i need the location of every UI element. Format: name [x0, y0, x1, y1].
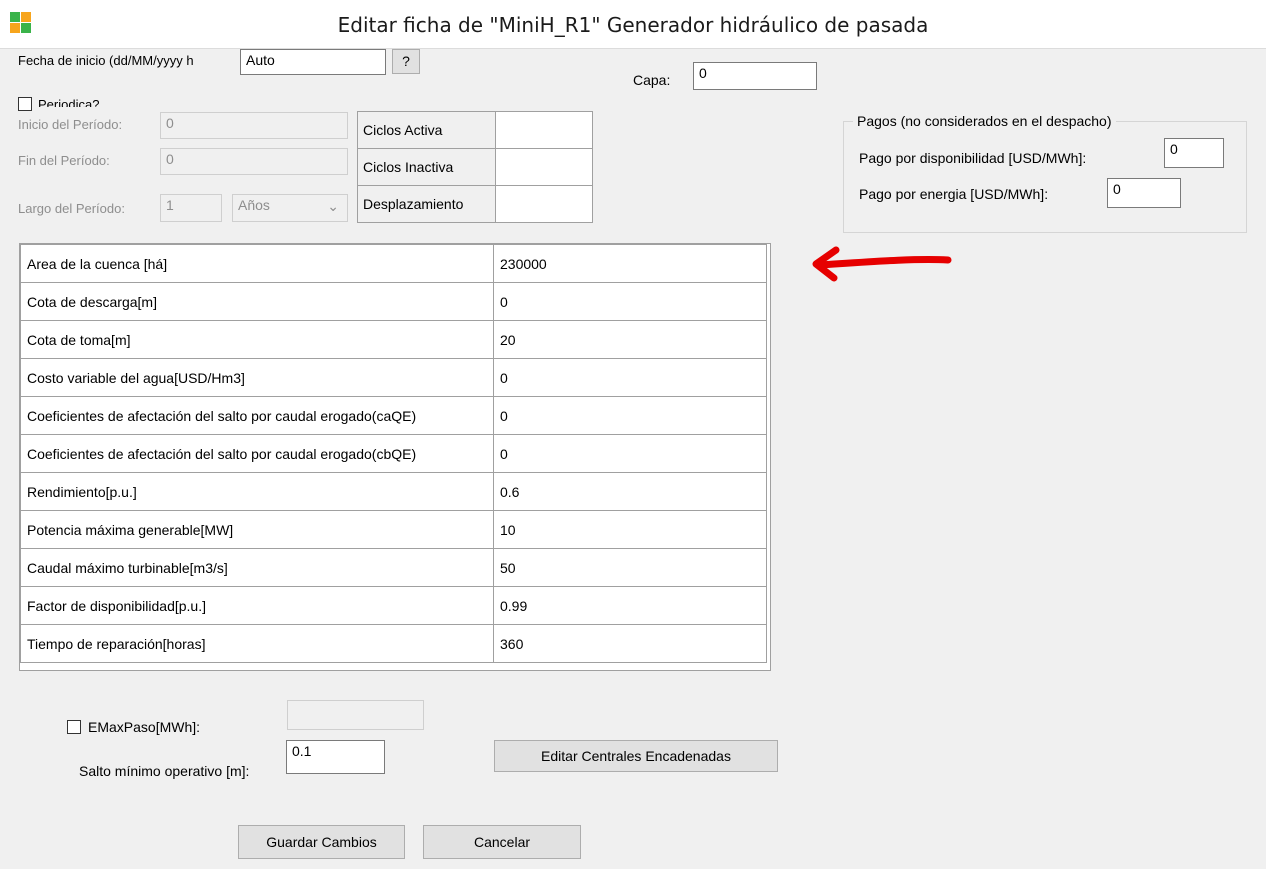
cycles-table: Ciclos Activa Ciclos Inactiva Desplazami…	[357, 111, 593, 223]
cycles-inactive-value[interactable]	[495, 148, 593, 186]
parameter-value[interactable]: 0	[493, 434, 767, 473]
parameter-value[interactable]: 10	[493, 510, 767, 549]
parameter-row: Rendimiento[p.u.] 0.6	[20, 472, 767, 511]
period-length-input[interactable]: 1	[160, 194, 222, 222]
period-unit-value: Años	[238, 197, 270, 213]
period-end-label: Fin del Período:	[18, 153, 110, 168]
title-bar: Editar ficha de "MiniH_R1" Generador hid…	[0, 0, 1266, 49]
period-end-input[interactable]: 0	[160, 148, 348, 175]
parameter-name: Cota de toma[m]	[20, 320, 494, 359]
emax-input[interactable]	[287, 700, 424, 730]
parameter-row: Tiempo de reparación[horas] 360	[20, 624, 767, 663]
parameter-value[interactable]: 50	[493, 548, 767, 587]
cycles-offset-value[interactable]	[495, 185, 593, 223]
parameter-row: Area de la cuenca [há] 230000	[20, 244, 767, 283]
parameters-grid: Area de la cuenca [há] 230000 Cota de desc…	[19, 243, 771, 671]
period-length-label: Largo del Período:	[18, 201, 125, 216]
parameter-value[interactable]: 0.99	[493, 586, 767, 625]
energy-payment-label: Pago por energia [USD/MWh]:	[859, 186, 1049, 202]
parameter-name: Factor de disponibilidad[p.u.]	[20, 586, 494, 625]
parameter-name: Rendimiento[p.u.]	[20, 472, 494, 511]
parameter-name: Potencia máxima generable[MW]	[20, 510, 494, 549]
parameter-name: Area de la cuenca [há]	[20, 244, 494, 283]
availability-payment-input[interactable]: 0	[1164, 138, 1224, 168]
cycles-row-inactive: Ciclos Inactiva	[357, 148, 593, 186]
start-date-label: Fecha de inicio (dd/MM/yyyy h	[18, 53, 194, 68]
periodic-label: Periodica?	[38, 97, 100, 107]
parameter-value[interactable]: 0	[493, 282, 767, 321]
parameter-value[interactable]: 0	[493, 358, 767, 397]
parameters-table: Area de la cuenca [há] 230000 Cota de desc…	[20, 244, 767, 663]
parameter-row: Potencia máxima generable[MW] 10	[20, 510, 767, 549]
cycles-row-active: Ciclos Activa	[357, 111, 593, 149]
min-head-label: Salto mínimo operativo [m]:	[79, 763, 250, 779]
cycles-row-offset: Desplazamiento	[357, 185, 593, 223]
dropdown-chevron-icon: ⌄	[327, 198, 339, 214]
edit-chained-plants-button[interactable]: Editar Centrales Encadenadas	[494, 740, 778, 772]
parameter-name: Coeficientes de afectación del salto por…	[20, 396, 494, 435]
parameter-row: Factor de disponibilidad[p.u.] 0.99	[20, 586, 767, 625]
parameter-value[interactable]: 230000	[493, 244, 767, 283]
parameter-row: Cota de descarga[m] 0	[20, 282, 767, 321]
emax-label: EMaxPaso[MWh]:	[88, 719, 201, 735]
annotation-arrow-icon	[812, 246, 952, 282]
parameter-row: Caudal máximo turbinable[m3/s] 50	[20, 548, 767, 587]
parameter-value[interactable]: 0.6	[493, 472, 767, 511]
parameter-name: Caudal máximo turbinable[m3/s]	[20, 548, 494, 587]
cycles-active-label: Ciclos Activa	[357, 111, 496, 149]
emax-checkbox[interactable]	[67, 720, 81, 734]
parameter-name: Cota de descarga[m]	[20, 282, 494, 321]
parameter-name: Costo variable del agua[USD/Hm3]	[20, 358, 494, 397]
availability-payment-label: Pago por disponibilidad [USD/MWh]:	[859, 150, 1087, 166]
parameter-row: Cota de toma[m] 20	[20, 320, 767, 359]
cycles-offset-label: Desplazamiento	[357, 185, 496, 223]
parameter-row: Coeficientes de afectación del salto por…	[20, 396, 767, 435]
help-button[interactable]: ?	[392, 49, 420, 74]
cycles-active-value[interactable]	[495, 111, 593, 149]
cycles-inactive-label: Ciclos Inactiva	[357, 148, 496, 186]
payments-group-title: Pagos (no considerados en el despacho)	[853, 113, 1116, 129]
save-changes-button[interactable]: Guardar Cambios	[238, 825, 405, 859]
cancel-button[interactable]: Cancelar	[423, 825, 581, 859]
parameter-name: Tiempo de reparación[horas]	[20, 624, 494, 663]
layer-input[interactable]: 0	[693, 62, 817, 90]
min-head-input[interactable]: 0.1	[286, 740, 385, 774]
parameter-name: Coeficientes de afectación del salto por…	[20, 434, 494, 473]
period-unit-select[interactable]: Años ⌄	[232, 194, 348, 222]
parameter-row: Costo variable del agua[USD/Hm3] 0	[20, 358, 767, 397]
parameter-row: Coeficientes de afectación del salto por…	[20, 434, 767, 473]
parameter-value[interactable]: 360	[493, 624, 767, 663]
period-start-input[interactable]: 0	[160, 112, 348, 139]
start-date-input[interactable]: Auto	[240, 49, 386, 75]
energy-payment-input[interactable]: 0	[1107, 178, 1181, 208]
window-title: Editar ficha de "MiniH_R1" Generador hid…	[337, 13, 929, 37]
periodic-checkbox[interactable]	[18, 97, 32, 111]
layer-label: Capa:	[633, 72, 671, 88]
period-start-label: Inicio del Período:	[18, 117, 123, 132]
parameter-value[interactable]: 20	[493, 320, 767, 359]
parameter-value[interactable]: 0	[493, 396, 767, 435]
